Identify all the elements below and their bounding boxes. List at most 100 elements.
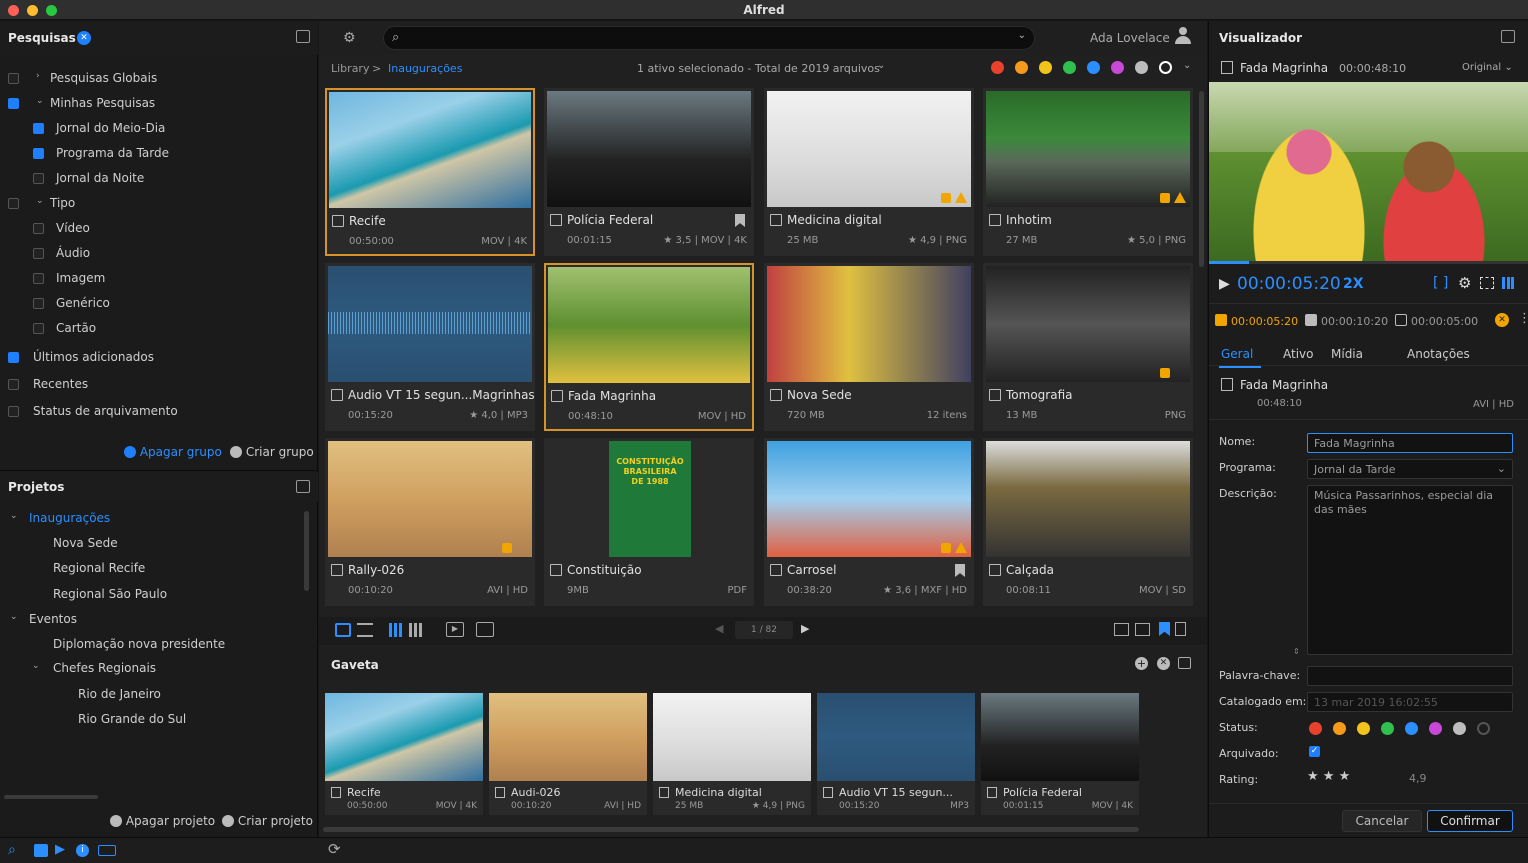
delete-project-button[interactable]: Apagar projeto bbox=[110, 814, 215, 828]
color-filter-dot[interactable] bbox=[1135, 61, 1148, 74]
description-textarea[interactable]: Música Passarinhos, especial dia das mãe… bbox=[1307, 485, 1513, 655]
color-filter-dot[interactable] bbox=[1159, 61, 1172, 74]
search-icon[interactable]: ⌕ bbox=[8, 842, 16, 858]
chevron-icon[interactable]: ⌄ bbox=[36, 196, 44, 206]
project-item[interactable]: Eventos bbox=[29, 609, 77, 629]
resize-handle-icon[interactable]: ⇕ bbox=[1293, 647, 1300, 656]
cancel-button[interactable]: Cancelar bbox=[1342, 810, 1422, 832]
search-item[interactable]: Áudio bbox=[56, 243, 90, 263]
color-filter-dot[interactable] bbox=[1039, 61, 1052, 74]
viewer-tab[interactable]: Anotações bbox=[1407, 347, 1470, 361]
search-checkbox[interactable] bbox=[33, 273, 44, 284]
search-item[interactable]: Jornal da Noite bbox=[56, 168, 144, 188]
search-input[interactable]: ⌕ ⌄ bbox=[383, 26, 1035, 50]
status-color-dot[interactable] bbox=[1381, 722, 1394, 735]
project-item[interactable]: Regional Recife bbox=[53, 558, 145, 578]
delete-group-button[interactable]: Apagar grupo bbox=[124, 445, 222, 459]
chevron-icon[interactable]: ⌄ bbox=[10, 612, 18, 622]
breadcrumb-root[interactable]: Library bbox=[331, 62, 369, 75]
project-item[interactable]: Nova Sede bbox=[53, 533, 118, 553]
audio-levels-icon[interactable] bbox=[1502, 277, 1514, 289]
grid-view-icon[interactable] bbox=[335, 623, 351, 637]
popout-icon[interactable] bbox=[296, 480, 310, 493]
play-preview-icon[interactable]: ▶ bbox=[446, 622, 464, 637]
search-item[interactable]: Jornal do Meio-Dia bbox=[56, 118, 165, 138]
playback-speed[interactable]: 2X bbox=[1343, 276, 1364, 292]
search-checkbox[interactable] bbox=[33, 148, 44, 159]
asset-card[interactable]: Calçada 00:08:11 MOV | SD bbox=[983, 438, 1193, 606]
search-item[interactable]: Recentes bbox=[33, 374, 88, 394]
drawer-item[interactable]: Recife 00:50:00 MOV | 4K bbox=[325, 693, 483, 815]
project-item[interactable]: Chefes Regionais bbox=[53, 658, 156, 678]
mosaic-icon[interactable] bbox=[409, 623, 423, 637]
bookmark-icon[interactable] bbox=[1175, 622, 1186, 636]
drawer-item[interactable]: Polícia Federal 00:01:15 MOV | 4K bbox=[981, 693, 1139, 815]
remove-icon[interactable]: ✕ bbox=[1157, 657, 1170, 670]
refresh-icon[interactable]: ⟳ bbox=[328, 840, 341, 858]
popout-icon[interactable] bbox=[1501, 30, 1515, 43]
asset-card[interactable]: Medicina digital 25 MB ★ 4,9 | PNG bbox=[764, 88, 974, 256]
search-item[interactable]: Últimos adicionados bbox=[33, 347, 154, 367]
drawer-scrollbar[interactable] bbox=[323, 827, 1139, 832]
card-reader-icon[interactable] bbox=[98, 845, 116, 856]
user-name[interactable]: Ada Lovelace bbox=[1090, 31, 1170, 45]
quality-select[interactable]: Original ⌄ bbox=[1462, 62, 1513, 73]
archived-checkbox[interactable]: ✓ bbox=[1309, 746, 1320, 757]
asset-card[interactable]: Inhotim 27 MB ★ 5,0 | PNG bbox=[983, 88, 1193, 256]
search-item[interactable]: Programa da Tarde bbox=[56, 143, 169, 163]
color-filter-dot[interactable] bbox=[1015, 61, 1028, 74]
popout-icon[interactable] bbox=[296, 30, 310, 43]
status-color-dot[interactable] bbox=[1453, 722, 1466, 735]
fullscreen-icon[interactable] bbox=[1480, 277, 1494, 289]
viewer-tab[interactable]: Mídia bbox=[1331, 347, 1363, 361]
viewer-tab[interactable]: Geral bbox=[1221, 347, 1253, 361]
out-point-icon[interactable] bbox=[1305, 314, 1317, 326]
search-item[interactable]: Status de arquivamento bbox=[33, 401, 178, 421]
play-icon[interactable]: ▶ bbox=[1219, 276, 1230, 292]
project-item[interactable]: Rio de Janeiro bbox=[78, 684, 161, 704]
asset-card[interactable]: Audio VT 15 segun...Magrinhas 00:15:20 ★ 4… bbox=[325, 263, 535, 431]
keyword-field[interactable] bbox=[1307, 666, 1513, 686]
horizontal-scrollbar[interactable] bbox=[4, 795, 98, 799]
viewer-tab[interactable]: Ativo bbox=[1283, 347, 1313, 361]
search-checkbox[interactable] bbox=[8, 379, 19, 390]
list-view-icon[interactable] bbox=[357, 623, 373, 637]
search-item[interactable]: Tipo bbox=[50, 193, 75, 213]
program-select[interactable]: Jornal da Tarde ⌄ bbox=[1307, 459, 1513, 479]
color-filter-dot[interactable] bbox=[1087, 61, 1100, 74]
search-checkbox[interactable] bbox=[33, 123, 44, 134]
create-group-button[interactable]: Criar grupo bbox=[230, 445, 314, 459]
asset-card[interactable]: Tomografia 13 MB PNG bbox=[983, 263, 1193, 431]
add-icon[interactable]: + bbox=[1135, 657, 1148, 670]
bookmark-icon[interactable] bbox=[955, 564, 965, 577]
breadcrumb-current[interactable]: Inaugurações bbox=[388, 62, 462, 75]
info-icon[interactable]: i bbox=[76, 844, 89, 857]
chevron-icon[interactable]: › bbox=[36, 71, 40, 81]
status-color-dot[interactable] bbox=[1477, 722, 1490, 735]
bookmark-icon[interactable] bbox=[735, 214, 745, 227]
search-item[interactable]: Cartão bbox=[56, 318, 96, 338]
color-filter-dot[interactable] bbox=[991, 61, 1004, 74]
rating-stars[interactable]: ★ ★ ★ bbox=[1307, 769, 1350, 784]
color-filter-dot[interactable] bbox=[1111, 61, 1124, 74]
confirm-button[interactable]: Confirmar bbox=[1427, 810, 1513, 832]
search-checkbox[interactable] bbox=[33, 248, 44, 259]
search-checkbox[interactable] bbox=[33, 223, 44, 234]
drawer-item[interactable]: Audio VT 15 segun... 00:15:20 MP3 bbox=[817, 693, 975, 815]
asset-card[interactable]: Recife 00:50:00 MOV | 4K bbox=[325, 88, 535, 256]
small-grid-icon[interactable] bbox=[389, 623, 403, 637]
search-checkbox[interactable] bbox=[33, 323, 44, 334]
chevron-down-icon[interactable]: ⌄ bbox=[1018, 30, 1026, 41]
search-checkbox[interactable] bbox=[8, 406, 19, 417]
more-icon[interactable]: ⋮ bbox=[1518, 311, 1528, 326]
clear-search-icon[interactable]: ✕ bbox=[77, 31, 91, 45]
projects-scrollbar[interactable] bbox=[304, 511, 309, 591]
chevron-down-icon[interactable]: ⌄ bbox=[1183, 60, 1191, 71]
asset-card[interactable]: Carrosel 00:38:20 ★ 3,6 | MXF | HD bbox=[764, 438, 974, 606]
search-checkbox[interactable] bbox=[8, 352, 19, 363]
grid-scrollbar[interactable] bbox=[1199, 91, 1204, 267]
mark-in-out-icon[interactable]: [ ] bbox=[1433, 275, 1448, 291]
search-item[interactable]: Imagem bbox=[56, 268, 105, 288]
status-color-dot[interactable] bbox=[1309, 722, 1322, 735]
library-icon[interactable] bbox=[34, 844, 48, 857]
